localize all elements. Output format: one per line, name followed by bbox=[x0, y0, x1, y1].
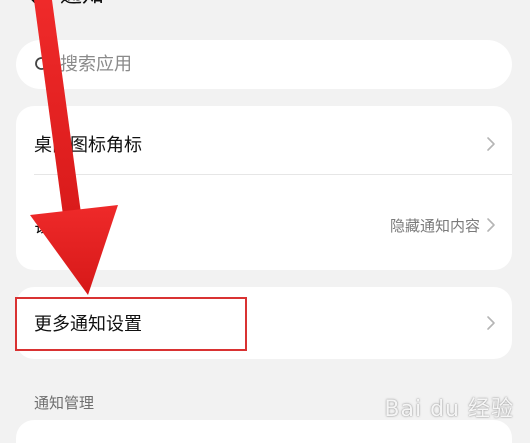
more-notification-settings-row[interactable]: 更多通知设置 bbox=[16, 287, 512, 359]
lock-screen-notification-value: 隐藏通知内容 bbox=[389, 216, 480, 235]
search-bar[interactable] bbox=[16, 40, 512, 89]
chevron-right-icon bbox=[487, 316, 495, 330]
search-input[interactable] bbox=[60, 54, 460, 75]
top-bar: 通知 bbox=[0, 0, 530, 20]
back-button[interactable] bbox=[22, 0, 50, 12]
back-arrow-icon bbox=[31, 0, 42, 9]
desktop-badge-row[interactable]: 桌面图标角标 bbox=[16, 106, 512, 180]
chevron-right-icon bbox=[487, 218, 495, 232]
search-icon bbox=[35, 56, 51, 73]
settings-card-general: 桌面图标角标 锁屏通知 隐藏通知内容 bbox=[16, 106, 512, 270]
section-header-notification-management: 通知管理 bbox=[34, 394, 95, 412]
page-title: 通知 bbox=[60, 0, 104, 10]
row-divider bbox=[34, 174, 512, 175]
settings-card-apps bbox=[16, 420, 512, 443]
chevron-right-icon bbox=[487, 137, 495, 151]
desktop-badge-label: 桌面图标角标 bbox=[34, 135, 142, 156]
notification-settings-screen: 通知 桌面图标角标 锁屏通知 隐藏通知内容 更多通知设置 bbox=[0, 0, 530, 443]
baidu-jingyan-watermark: Bai du 经验 bbox=[384, 397, 514, 422]
lock-screen-notification-label: 锁屏通知 bbox=[34, 216, 106, 237]
more-notification-settings-label: 更多通知设置 bbox=[34, 314, 142, 335]
lock-screen-notification-row[interactable]: 锁屏通知 隐藏通知内容 bbox=[16, 180, 512, 270]
settings-card-more: 更多通知设置 bbox=[16, 287, 512, 359]
